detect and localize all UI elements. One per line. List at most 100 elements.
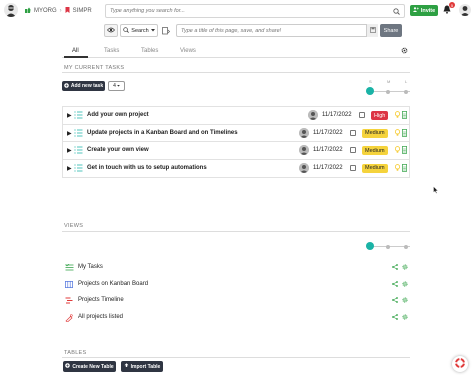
gear-icon[interactable] bbox=[402, 264, 408, 272]
task-row[interactable]: ▶ Create your own view 11/17/2022 Medium bbox=[63, 142, 409, 160]
tasks-table: ▶ Add your own project 11/17/2022 High ▶ Upda… bbox=[62, 106, 410, 178]
expand-caret-icon[interactable]: ▶ bbox=[67, 147, 72, 154]
gear-icon[interactable] bbox=[402, 297, 408, 305]
gear-icon[interactable] bbox=[402, 281, 408, 289]
settings-gear-icon[interactable] bbox=[401, 47, 408, 56]
share-icon[interactable] bbox=[392, 281, 398, 289]
slider-knob[interactable] bbox=[366, 87, 374, 95]
slider-step[interactable] bbox=[404, 244, 408, 249]
tasks-view-icon bbox=[65, 263, 74, 273]
breadcrumb-project[interactable]: SIMPR bbox=[73, 8, 92, 14]
view-label[interactable]: Projects on Kanban Board bbox=[78, 281, 148, 287]
slider-step[interactable] bbox=[386, 89, 390, 94]
import-table-label: Import Table bbox=[130, 363, 161, 370]
share-button[interactable]: Share bbox=[380, 24, 402, 37]
gear-icon[interactable] bbox=[402, 314, 408, 322]
user-avatar[interactable] bbox=[4, 3, 18, 17]
plus-circle-icon bbox=[64, 82, 69, 90]
lightbulb-icon[interactable] bbox=[394, 111, 401, 121]
tab-views[interactable]: Views bbox=[180, 48, 196, 54]
caret-down-icon bbox=[117, 83, 120, 89]
assignee-avatar[interactable] bbox=[299, 162, 309, 173]
view-label[interactable]: Projects Timeline bbox=[78, 297, 124, 303]
expand-caret-icon[interactable]: ▶ bbox=[67, 130, 72, 137]
expand-caret-icon[interactable]: ▶ bbox=[67, 112, 72, 119]
page-title-field[interactable] bbox=[176, 24, 378, 37]
assignee-avatar[interactable] bbox=[308, 110, 318, 120]
document-icon[interactable] bbox=[402, 163, 407, 174]
views-size-slider[interactable] bbox=[366, 241, 410, 251]
invite-button[interactable]: Invite bbox=[410, 5, 438, 16]
create-table-label: Create New Table bbox=[72, 363, 114, 370]
task-checkbox[interactable] bbox=[350, 147, 356, 153]
notifications-button[interactable]: 5 bbox=[443, 2, 455, 16]
slider-step[interactable] bbox=[404, 89, 408, 94]
tab-tables[interactable]: Tables bbox=[141, 48, 158, 54]
priority-badge[interactable]: Medium bbox=[362, 163, 388, 173]
lightbulb-icon[interactable] bbox=[394, 163, 401, 174]
create-table-button[interactable]: Create New Table bbox=[63, 361, 116, 372]
page-title-input[interactable] bbox=[177, 25, 367, 36]
import-table-button[interactable]: Import Table bbox=[121, 361, 163, 372]
view-label[interactable]: My Tasks bbox=[78, 264, 103, 270]
tasks-section-title: MY CURRENT TASKS bbox=[64, 65, 125, 71]
assignee-avatar[interactable] bbox=[299, 127, 309, 138]
global-search-input[interactable] bbox=[106, 5, 386, 17]
view-item[interactable]: My Tasks bbox=[64, 262, 410, 274]
share-icon[interactable] bbox=[392, 264, 398, 272]
task-checkbox[interactable] bbox=[359, 112, 365, 118]
visibility-button[interactable] bbox=[104, 24, 118, 37]
slider-knob[interactable] bbox=[366, 242, 374, 250]
breadcrumb-org[interactable]: MYORG bbox=[34, 8, 57, 14]
search-icon[interactable] bbox=[393, 8, 400, 17]
task-due-date[interactable]: 11/17/2022 bbox=[322, 112, 352, 118]
lightbulb-icon[interactable] bbox=[394, 146, 401, 156]
task-name[interactable]: Add your own project bbox=[87, 112, 149, 118]
add-task-button[interactable]: Add new task bbox=[62, 81, 105, 91]
assignee-avatar[interactable] bbox=[299, 145, 309, 155]
document-icon[interactable] bbox=[402, 111, 407, 121]
help-widget-button[interactable] bbox=[452, 356, 468, 372]
tab-tasks[interactable]: Tasks bbox=[104, 48, 119, 54]
share-icon[interactable] bbox=[392, 314, 398, 322]
task-due-date[interactable]: 11/17/2022 bbox=[313, 147, 343, 153]
search-dropdown[interactable]: Search bbox=[120, 24, 158, 37]
view-item[interactable]: Projects Timeline bbox=[64, 295, 410, 307]
task-list-icon bbox=[74, 111, 83, 121]
view-label[interactable]: All projects listed bbox=[78, 314, 123, 320]
tab-all[interactable]: All bbox=[72, 48, 79, 54]
task-row[interactable]: ▶ Update projects in a Kanban Board and o… bbox=[63, 125, 409, 142]
task-checkbox[interactable] bbox=[350, 164, 356, 171]
task-row[interactable]: ▶ Get in touch with us to setup automatio… bbox=[63, 160, 409, 178]
task-name[interactable]: Update projects in a Kanban Board and on… bbox=[87, 130, 238, 136]
lightbulb-icon[interactable] bbox=[394, 128, 401, 139]
task-list-icon bbox=[74, 164, 83, 174]
task-checkbox[interactable] bbox=[350, 129, 356, 136]
profile-avatar[interactable] bbox=[459, 4, 471, 16]
document-icon[interactable] bbox=[402, 128, 407, 139]
project-icon bbox=[65, 7, 70, 15]
bell-icon bbox=[443, 5, 451, 16]
view-item[interactable]: All projects listed bbox=[64, 312, 410, 324]
views-section-divider bbox=[62, 231, 410, 232]
task-due-date[interactable]: 11/17/2022 bbox=[313, 130, 343, 136]
save-icon bbox=[369, 26, 376, 35]
save-button[interactable] bbox=[366, 24, 378, 37]
view-item[interactable]: Projects on Kanban Board bbox=[64, 279, 410, 291]
priority-badge[interactable]: Medium bbox=[362, 128, 388, 138]
task-due-date[interactable]: 11/17/2022 bbox=[313, 165, 343, 171]
plus-circle-icon bbox=[65, 363, 71, 370]
share-icon[interactable] bbox=[392, 297, 398, 305]
task-name[interactable]: Create your own view bbox=[87, 147, 149, 153]
task-row[interactable]: ▶ Add your own project 11/17/2022 High bbox=[63, 107, 409, 125]
slider-step[interactable] bbox=[386, 244, 390, 249]
priority-badge[interactable]: High bbox=[371, 111, 389, 120]
task-count-dropdown[interactable]: 4 bbox=[108, 81, 125, 91]
task-name[interactable]: Get in touch with us to setup automation… bbox=[87, 165, 207, 171]
global-search[interactable] bbox=[105, 4, 405, 18]
document-icon[interactable] bbox=[402, 146, 407, 156]
views-section-title: VIEWS bbox=[64, 223, 84, 229]
tasks-size-slider[interactable] bbox=[366, 86, 410, 96]
expand-caret-icon[interactable]: ▶ bbox=[67, 165, 72, 172]
priority-badge[interactable]: Medium bbox=[362, 146, 388, 155]
